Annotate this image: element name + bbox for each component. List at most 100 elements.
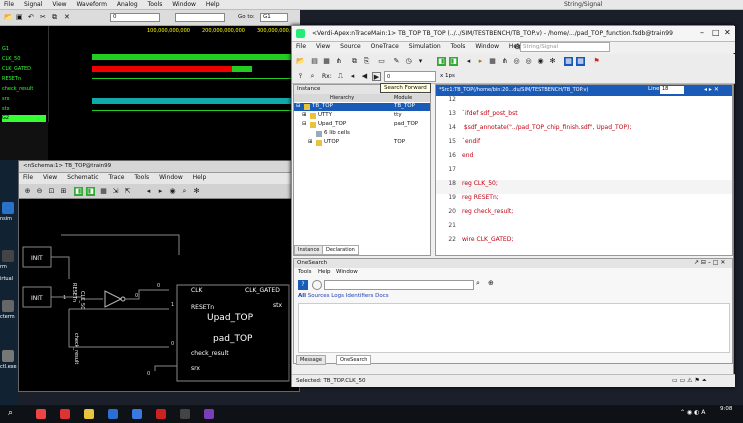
schem-menu-schematic[interactable]: Schematic (63, 173, 102, 182)
copy-icon[interactable]: ⧉ (350, 57, 359, 66)
radio-icon[interactable] (312, 280, 322, 290)
align-icon[interactable]: ⫯ (296, 72, 305, 81)
zoom-out-icon[interactable]: ⊖ (35, 187, 44, 196)
open-icon[interactable]: 📂 (296, 57, 305, 66)
new-icon[interactable]: ▤ (310, 57, 319, 66)
wave-menu-signal[interactable]: Signal (20, 0, 46, 9)
pane-controls-icon[interactable]: ↗ ⊟ – □ ✕ (694, 259, 725, 266)
signal-clk50[interactable]: CLK_50 (2, 56, 20, 64)
status-icons[interactable]: ▭ ▭ ⚠ ⚑ ⏶ (672, 377, 707, 385)
find-icon[interactable]: ⌕ (308, 72, 317, 81)
radio-icon[interactable]: ◎ (524, 57, 533, 66)
onesearch-menu-help[interactable]: Help (318, 269, 331, 275)
dropdown-icon[interactable]: ▾ (416, 57, 425, 66)
tab-instance[interactable]: Instance (294, 245, 324, 255)
signal-resetn[interactable]: RESETn (2, 76, 21, 84)
trace-load-icon[interactable]: ◨ (86, 187, 95, 196)
copy-icon[interactable]: ⧉ (52, 13, 57, 22)
pop-icon[interactable]: ⇱ (123, 187, 132, 196)
waveform-view[interactable]: 100,000,000,000 200,000,000,000 300,000,… (92, 26, 302, 160)
wave-goto-select[interactable]: G1 (260, 13, 288, 22)
wave-time-input[interactable]: 0 (110, 13, 160, 22)
signal-g1[interactable]: G1 (2, 46, 9, 54)
settings-icon[interactable]: ✻ (548, 57, 557, 66)
wave-menu-help[interactable]: Help (202, 0, 224, 9)
onesearch-menu-tools[interactable]: Tools (298, 269, 312, 275)
filter-identifiers[interactable]: Identifiers (346, 293, 374, 299)
menu-onetrace[interactable]: OneTrace (367, 42, 403, 51)
paste-icon[interactable]: ⎘ (362, 57, 371, 66)
tree-row-tb-top[interactable]: ⊟ TB_TOP TB_TOP (294, 103, 430, 111)
wave-menu-tools[interactable]: Tools (144, 0, 167, 9)
schem-menu-tools[interactable]: Tools (130, 173, 153, 182)
onesearch-results[interactable] (298, 303, 730, 353)
grid-icon[interactable]: ▦ (576, 57, 585, 66)
pdf-icon[interactable] (156, 409, 166, 419)
wave-menu-window[interactable]: Window (168, 0, 200, 9)
schem-menu-view[interactable]: View (39, 173, 61, 182)
onesearch-input[interactable] (324, 280, 474, 290)
table-icon[interactable]: ▦ (322, 57, 331, 66)
schem-menu-help[interactable]: Help (189, 173, 211, 182)
wave-menu-analog[interactable]: Analog (113, 0, 142, 9)
hierarchy-column[interactable]: Hierarchy (330, 95, 354, 101)
tree-icon[interactable]: ⋔ (334, 57, 343, 66)
zoom-area-icon[interactable]: ⊞ (59, 187, 68, 196)
highlight-icon[interactable]: ◉ (168, 187, 177, 196)
trace-load-icon[interactable]: ◨ (449, 57, 458, 66)
tree-row-utop[interactable]: ⊞ UTOP TOP (294, 139, 430, 147)
undo-icon[interactable]: ↶ (28, 13, 34, 21)
onesearch-menu-window[interactable]: Window (336, 269, 358, 275)
desktop-app-icon[interactable] (2, 202, 14, 214)
expand-icon[interactable]: ⊟ (302, 121, 307, 127)
verdi-search-input[interactable]: String/Signal (520, 42, 610, 52)
expand-icon[interactable]: ⊞ (302, 112, 307, 118)
store-icon[interactable] (108, 409, 118, 419)
open-icon[interactable]: 📂 (4, 13, 13, 21)
push-icon[interactable]: ⇲ (111, 187, 120, 196)
schem-menu-file[interactable]: File (19, 173, 37, 182)
wave-menu-view[interactable]: View (48, 0, 70, 9)
terminal-icon[interactable] (180, 409, 190, 419)
clock-icon[interactable]: ◷ (404, 57, 413, 66)
schem-menu-window[interactable]: Window (155, 173, 187, 182)
cut-icon[interactable]: ✂ (40, 13, 46, 21)
search-forward-icon[interactable]: ▶ (372, 72, 381, 81)
source-code-area[interactable]: 12 13 `ifdef sdf_post_bst 14 $sdf_annotat… (436, 96, 732, 255)
trace-driver-icon[interactable]: ◧ (437, 57, 446, 66)
filter-logs[interactable]: Logs (331, 293, 344, 299)
signal-check-result[interactable]: check_result (2, 86, 33, 94)
radio-icon[interactable]: ◎ (512, 57, 521, 66)
delete-icon[interactable]: ✕ (64, 13, 70, 21)
schematic-canvas[interactable]: INIT INIT RESETn CLK_50 check_result CLK… (19, 199, 301, 393)
module-column[interactable]: Module (394, 95, 412, 101)
menu-tools[interactable]: Tools (447, 42, 470, 51)
wave-time-input-2[interactable] (175, 13, 225, 22)
wave-search-input[interactable]: String/Signal (560, 0, 606, 9)
back-icon[interactable]: ◂ (464, 57, 473, 66)
hierarchy-icon[interactable]: ▦ (488, 57, 497, 66)
maximize-icon[interactable]: □ (712, 28, 720, 37)
menu-source[interactable]: Source (336, 42, 365, 51)
signal-srx[interactable]: srx (2, 96, 10, 104)
forward-icon[interactable]: ▸ (156, 187, 165, 196)
expand-icon[interactable]: ⊟ (296, 103, 301, 109)
waveform-icon[interactable]: ⎍ (336, 72, 345, 81)
target-icon[interactable]: ◉ (536, 57, 545, 66)
filter-sources[interactable]: Sources (308, 293, 330, 299)
forward-icon[interactable]: ▸ (476, 57, 485, 66)
schem-menu-trace[interactable]: Trace (105, 173, 129, 182)
search-backward-icon[interactable]: ◀ (360, 72, 369, 81)
time-input[interactable]: 0 (384, 71, 436, 82)
save-icon[interactable]: ▣ (16, 13, 23, 21)
search-advanced-icon[interactable]: ⊕ (488, 279, 494, 287)
hierarchy-icon[interactable]: ▦ (99, 187, 108, 196)
pane-controls-icon[interactable]: ◂ ▸ ✕ (704, 86, 719, 93)
tree-row-utty[interactable]: ⊞ UTTY tty (294, 112, 430, 120)
help-icon[interactable]: ? (298, 280, 308, 290)
trace-driver-icon[interactable]: ◧ (74, 187, 83, 196)
search-icon[interactable]: ⌕ (180, 187, 189, 196)
tree-icon[interactable]: ⋔ (500, 57, 509, 66)
line-input[interactable]: 18 (660, 86, 684, 94)
tree-row-upad-top[interactable]: ⊟ Upad_TOP pad_TOP (294, 121, 430, 129)
